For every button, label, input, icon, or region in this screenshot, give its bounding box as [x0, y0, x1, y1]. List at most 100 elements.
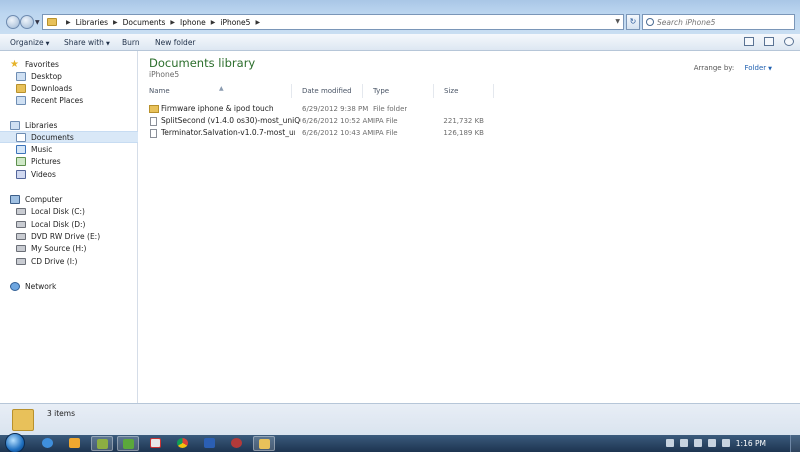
change-view-icon[interactable]	[744, 37, 754, 46]
nav-item-local-disk-d[interactable]: Local Disk (D:)	[0, 218, 138, 230]
nav-item-label: Local Disk (C:)	[31, 206, 85, 216]
nav-item-desktop[interactable]: Desktop	[0, 70, 138, 82]
nav-item-cd-drive[interactable]: CD Drive (I:)	[0, 255, 138, 267]
column-header-type[interactable]: Type	[363, 84, 434, 98]
music-icon	[16, 144, 26, 154]
nav-item-label: DVD RW Drive (E:)	[31, 231, 101, 241]
search-input[interactable]	[657, 17, 794, 27]
chevron-down-icon: ▼	[105, 41, 110, 47]
column-header-date[interactable]: Date modified	[292, 84, 363, 98]
nav-favorites-label: Favorites	[25, 59, 59, 69]
breadcrumb-libraries[interactable]: Libraries	[76, 18, 108, 27]
documents-icon	[16, 132, 26, 142]
address-bar[interactable]: ▶ Libraries ▶ Documents ▶ Iphone ▶ iPhon…	[42, 14, 624, 30]
internet-explorer-icon	[42, 438, 53, 448]
folder-icon	[259, 439, 270, 449]
ipa-file-icon	[150, 129, 157, 138]
nav-item-label: CD Drive (I:)	[31, 256, 78, 266]
nav-item-music[interactable]: Music	[0, 143, 138, 155]
file-size: 221,732 KB	[443, 117, 484, 125]
breadcrumb-documents[interactable]: Documents	[123, 18, 166, 27]
file-row[interactable]: Terminator.Salvation-v1.0.7-most_uniQu..…	[139, 127, 499, 139]
nav-computer[interactable]: Computer	[0, 193, 138, 205]
taskbar-chrome[interactable]	[172, 436, 194, 451]
star-icon: ★	[10, 58, 19, 70]
file-type: File folder	[373, 105, 408, 113]
taskbar-word[interactable]	[199, 436, 221, 451]
organize-button[interactable]: Organize ▼	[10, 38, 49, 47]
recent-pages-dropdown[interactable]: ▼	[35, 19, 40, 26]
column-header-size[interactable]: Size	[434, 84, 494, 98]
nav-favorites[interactable]: ★ Favorites	[0, 58, 138, 70]
system-tray	[666, 439, 730, 447]
library-title: Documents library	[149, 56, 256, 70]
file-name: Firmware iphone & ipod touch	[161, 104, 274, 113]
network-icon[interactable]	[708, 439, 716, 447]
nav-item-local-disk-c[interactable]: Local Disk (C:)	[0, 205, 138, 217]
flag-icon[interactable]	[694, 439, 702, 447]
chevron-right-icon[interactable]: ▶	[170, 19, 175, 26]
nav-item-downloads[interactable]: Downloads	[0, 82, 138, 94]
organize-label: Organize	[10, 38, 44, 47]
file-row[interactable]: Firmware iphone & ipod touch 6/29/2012 9…	[139, 103, 499, 115]
refresh-button[interactable]: ↻	[626, 14, 640, 30]
nav-libraries[interactable]: Libraries	[0, 119, 138, 131]
show-desktop-button[interactable]	[790, 435, 800, 452]
file-name: Terminator.Salvation-v1.0.7-most_uniQu..…	[161, 128, 295, 137]
search-box[interactable]	[642, 14, 795, 30]
nav-item-recent-places[interactable]: Recent Places	[0, 94, 138, 106]
column-header-name[interactable]: Name ▲	[139, 84, 292, 98]
start-button[interactable]	[5, 433, 25, 452]
nav-item-label: Documents	[31, 132, 74, 142]
nav-item-label: Music	[31, 144, 53, 154]
new-folder-button[interactable]: New folder	[155, 38, 196, 47]
file-date: 6/29/2012 9:38 PM	[302, 105, 369, 113]
nav-item-pictures[interactable]: Pictures	[0, 155, 138, 167]
arrange-by-value[interactable]: Folder	[745, 64, 767, 72]
taskbar-pdf-reader[interactable]	[145, 436, 167, 451]
word-icon	[204, 438, 215, 448]
app-icon	[231, 438, 242, 448]
folder-icon	[149, 105, 159, 113]
breadcrumb-iphone5[interactable]: iPhone5	[220, 18, 250, 27]
chevron-right-icon[interactable]: ▶	[113, 19, 118, 26]
forward-button[interactable]	[20, 15, 34, 29]
power-icon[interactable]	[722, 439, 730, 447]
taskbar-app-3[interactable]	[226, 436, 248, 451]
nav-item-label: Videos	[31, 169, 56, 179]
share-with-button[interactable]: Share with ▼	[64, 38, 110, 47]
taskbar-explorer[interactable]	[253, 436, 275, 451]
nav-item-my-source[interactable]: My Source (H:)	[0, 242, 138, 254]
title-bar: ▼ ▶ Libraries ▶ Documents ▶ Iphone ▶ iPh…	[0, 0, 800, 34]
arrange-by[interactable]: Arrange by: Folder ▼	[694, 64, 772, 72]
file-row[interactable]: SplitSecond (v1.4.0 os30)-most_uniQue.ip…	[139, 115, 499, 127]
volume-icon[interactable]	[680, 439, 688, 447]
taskbar-app-2[interactable]	[117, 436, 139, 451]
hard-drive-icon	[16, 220, 26, 228]
chevron-right-icon[interactable]: ▶	[255, 19, 260, 26]
tray-icon[interactable]	[666, 439, 674, 447]
nav-item-videos[interactable]: Videos	[0, 168, 138, 180]
preview-pane-icon[interactable]	[764, 37, 774, 46]
address-dropdown-icon[interactable]: ▼	[615, 18, 620, 25]
file-date: 6/26/2012 10:43 AM	[302, 129, 374, 137]
help-icon[interactable]	[784, 37, 794, 46]
file-size: 126,189 KB	[443, 129, 484, 137]
folder-icon	[12, 409, 34, 431]
nav-item-documents[interactable]: Documents	[0, 131, 138, 143]
chevron-right-icon[interactable]: ▶	[211, 19, 216, 26]
nav-item-label: My Source (H:)	[31, 243, 87, 253]
taskbar-app-1[interactable]	[91, 436, 113, 451]
clock[interactable]: 1:16 PM	[736, 439, 766, 448]
taskbar-media-player[interactable]	[64, 436, 86, 451]
burn-button[interactable]: Burn	[122, 38, 140, 47]
pictures-icon	[16, 156, 26, 166]
nav-network[interactable]: Network	[0, 280, 138, 292]
nav-item-dvd-drive[interactable]: DVD RW Drive (E:)	[0, 230, 138, 242]
back-button[interactable]	[6, 15, 20, 29]
library-subtitle: iPhone5	[149, 70, 180, 79]
breadcrumb-iphone[interactable]: Iphone	[180, 18, 206, 27]
taskbar-internet-explorer[interactable]	[37, 436, 59, 451]
chevron-right-icon[interactable]: ▶	[66, 19, 71, 26]
chrome-icon	[177, 438, 188, 448]
